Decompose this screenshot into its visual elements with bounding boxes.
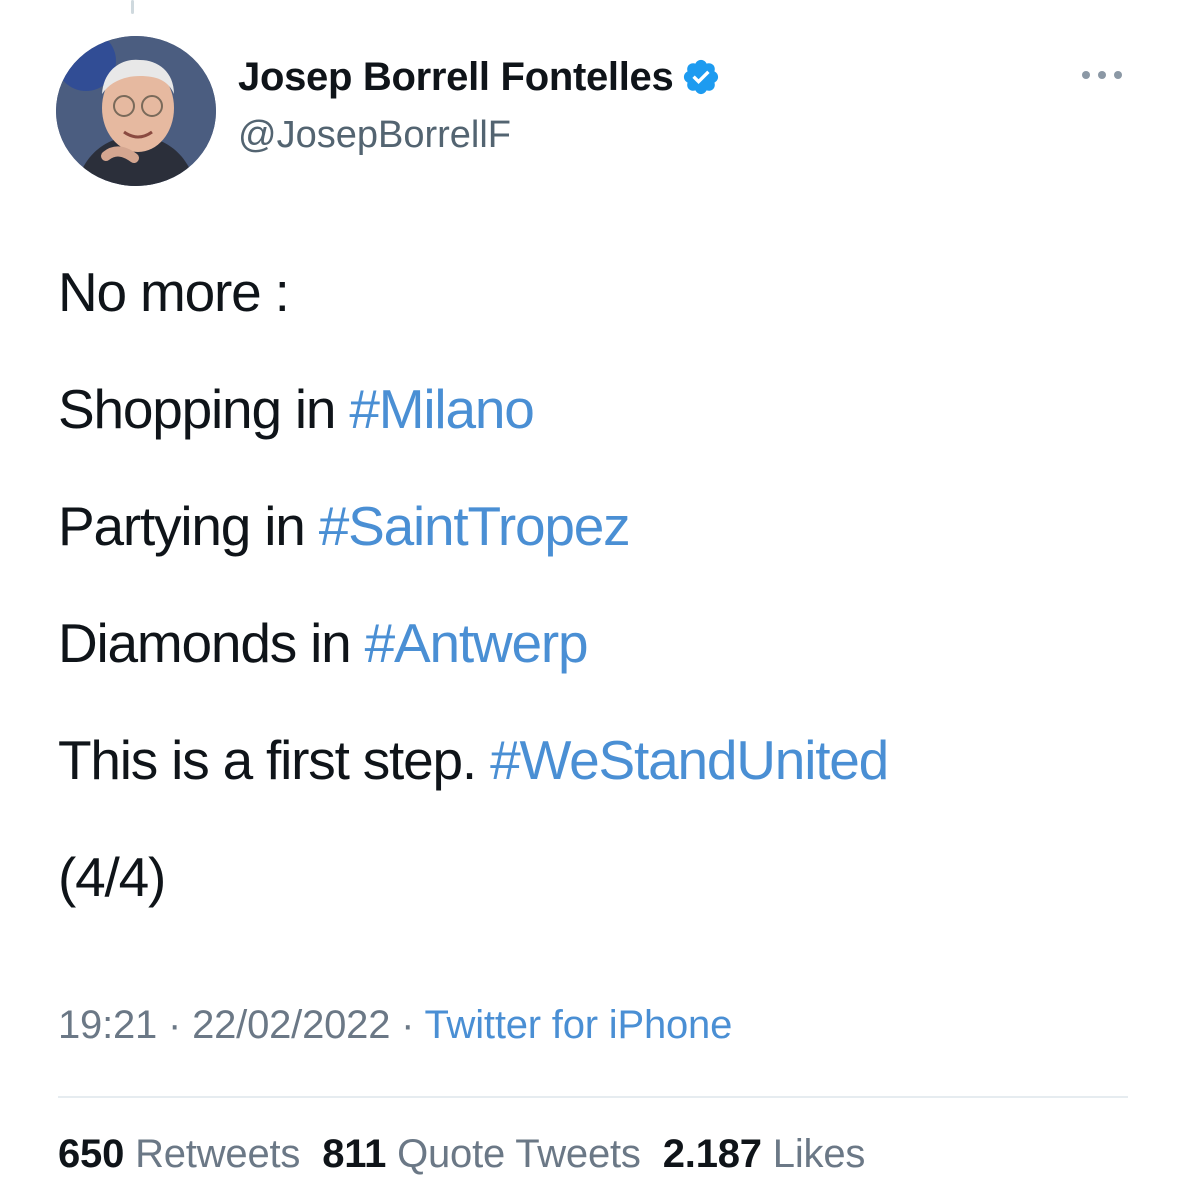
tweet-line-text: Partying in xyxy=(58,495,319,557)
tweet-line-text: Diamonds in xyxy=(58,612,365,674)
tweet-metadata: 19:21 · 22/02/2022 · Twitter for iPhone xyxy=(58,1003,732,1048)
tweet-line-text: (4/4) xyxy=(58,846,166,908)
thread-connector-line xyxy=(131,0,134,14)
tweet-line-text: No more : xyxy=(58,261,290,323)
divider xyxy=(58,1096,1128,1098)
verified-badge-icon xyxy=(684,59,719,95)
more-options-icon[interactable] xyxy=(1082,64,1122,86)
tweet-line: This is a first step. #WeStandUnited xyxy=(58,729,889,791)
tweet-line: Shopping in #Milano xyxy=(58,379,888,439)
tweet-source-link[interactable]: Twitter for iPhone xyxy=(425,1003,733,1047)
tweet-date[interactable]: 22/02/2022 xyxy=(192,1003,390,1047)
tweet-line: Diamonds in #Antwerp xyxy=(58,613,888,673)
tweet-line-text: Shopping in xyxy=(58,378,350,440)
quote-tweets-label: Quote Tweets xyxy=(397,1132,641,1176)
tweet-text: No more : Shopping in #Milano Partying i… xyxy=(58,262,889,907)
retweets-count: 650 xyxy=(58,1132,125,1176)
tweet-line: No more : xyxy=(58,262,888,322)
likes-label: Likes xyxy=(772,1132,866,1176)
tweet-stats: 650 Retweets 811 Quote Tweets 2.187 Likes xyxy=(58,1132,887,1177)
tweet-line: Partying in #SaintTropez xyxy=(58,496,888,556)
meta-separator: · xyxy=(157,1003,193,1047)
quote-tweets-count: 811 xyxy=(322,1132,387,1176)
hashtag-link[interactable]: #Antwerp xyxy=(365,612,589,674)
tweet-time[interactable]: 19:21 xyxy=(58,1003,157,1047)
author-name[interactable]: Josep Borrell Fontelles xyxy=(238,55,674,100)
tweet-line: (4/4) xyxy=(58,847,888,907)
avatar-photo xyxy=(56,36,216,186)
hashtag-link[interactable]: #WeStandUnited xyxy=(490,729,889,791)
avatar[interactable] xyxy=(56,36,216,186)
meta-separator: · xyxy=(390,1003,425,1047)
retweets-stat[interactable]: 650 Retweets xyxy=(58,1132,300,1176)
tweet-line-text: This is a first step. xyxy=(58,729,491,791)
likes-count: 2.187 xyxy=(662,1132,762,1176)
author-handle[interactable]: @JosepBorrellF xyxy=(238,114,721,157)
hashtag-link[interactable]: #Milano xyxy=(349,378,534,440)
tweet-author[interactable]: Josep Borrell Fontelles @JosepBorrellF xyxy=(238,52,721,157)
hashtag-link[interactable]: #SaintTropez xyxy=(319,495,631,557)
likes-stat[interactable]: 2.187 Likes xyxy=(662,1132,866,1176)
quote-tweets-stat[interactable]: 811 Quote Tweets xyxy=(322,1132,641,1176)
retweets-label: Retweets xyxy=(135,1132,301,1176)
